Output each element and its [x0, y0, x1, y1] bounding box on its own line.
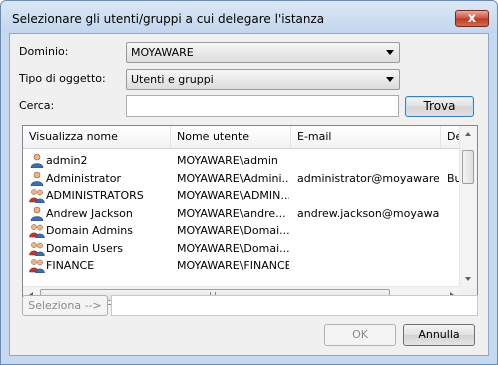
cell-username: MOYAWARE\ADMIN... — [177, 189, 289, 202]
list-header: Visualizza nome Nome utente E-mail Des — [23, 126, 468, 149]
selected-items-field[interactable] — [111, 295, 478, 316]
dialog-body: Dominio: MOYAWARE Tipo di oggetto: Utent… — [9, 33, 489, 356]
cell-username: MOYAWARE\FINANCE — [177, 259, 289, 272]
chevron-down-icon — [386, 50, 394, 55]
cell-email: administrator@moyaware... — [297, 171, 439, 185]
object-type-label: Tipo di oggetto: — [19, 72, 106, 85]
vertical-scrollbar[interactable] — [459, 126, 477, 287]
search-input[interactable] — [126, 95, 399, 117]
object-type-value: Utenti e gruppi — [131, 73, 214, 86]
cell-email — [297, 187, 439, 204]
object-type-select[interactable]: Utenti e gruppi — [126, 69, 400, 90]
chevron-down-icon — [386, 77, 394, 82]
close-button[interactable]: x — [455, 10, 489, 27]
select-button-label: Seleziona --> — [28, 299, 102, 312]
table-row[interactable]: Domain Admins MOYAWARE\Domai... — [23, 222, 463, 239]
dialog-title: Selezionare gli utenti/gruppi a cui dele… — [12, 12, 325, 26]
find-button-label: Trova — [423, 99, 456, 113]
cell-email — [297, 222, 439, 239]
cell-email — [297, 240, 439, 257]
cell-display-name: FINANCE — [46, 259, 95, 272]
select-button[interactable]: Seleziona --> — [22, 295, 108, 316]
title-bar[interactable]: Selezionare gli utenti/gruppi a cui dele… — [1, 1, 497, 33]
cell-display-name: Andrew Jackson — [46, 206, 133, 220]
table-row[interactable]: Administrator MOYAWARE\Admini... administr… — [23, 170, 465, 187]
cell-email: andrew.jackson@moyawa... — [297, 206, 439, 220]
column-header-email[interactable]: E-mail — [291, 126, 441, 148]
table-row[interactable]: FINANCE MOYAWARE\FINANCE — [23, 257, 463, 274]
table-row[interactable]: Domain Users MOYAWARE\Domai... — [23, 240, 463, 257]
group-icon — [29, 241, 45, 256]
table-row[interactable]: ADMINISTRATORS MOYAWARE\ADMIN... — [23, 187, 463, 204]
cell-username: MOYAWARE\admin — [177, 154, 278, 167]
cell-display-name: Domain Admins — [46, 224, 133, 237]
group-icon — [29, 223, 45, 239]
domain-value: MOYAWARE — [131, 46, 194, 59]
table-row[interactable]: Andrew Jackson MOYAWARE\andre... andrew.ja… — [23, 205, 463, 222]
user-icon — [29, 153, 45, 169]
ok-button-label: OK — [352, 328, 368, 341]
cancel-button[interactable]: Annulla — [403, 324, 475, 346]
column-header-display-name[interactable]: Visualizza nome — [23, 126, 171, 148]
close-icon: x — [467, 11, 477, 26]
results-list[interactable]: Visualizza nome Nome utente E-mail Des a… — [22, 125, 478, 305]
scroll-down-icon[interactable] — [465, 277, 471, 281]
cell-username: MOYAWARE\Admini... — [177, 171, 289, 185]
column-header-username[interactable]: Nome utente — [171, 126, 291, 148]
domain-select[interactable]: MOYAWARE — [126, 42, 400, 63]
group-icon — [29, 258, 45, 274]
cell-email — [297, 152, 439, 169]
find-button[interactable]: Trova — [405, 96, 474, 117]
cell-username: MOYAWARE\andre... — [177, 206, 286, 220]
cell-display-name: Administrator — [46, 171, 121, 185]
group-icon — [29, 188, 45, 204]
dialog-window: Selezionare gli utenti/gruppi a cui dele… — [0, 0, 498, 365]
ok-button[interactable]: OK — [324, 324, 396, 346]
scroll-up-icon[interactable] — [465, 132, 471, 136]
vertical-scroll-thumb[interactable] — [462, 150, 474, 184]
cell-display-name: admin2 — [46, 154, 88, 167]
table-row[interactable]: admin2 MOYAWARE\admin — [23, 152, 463, 169]
cell-username: MOYAWARE\Domai... — [177, 224, 289, 237]
cell-email — [297, 257, 439, 274]
cell-display-name: ADMINISTRATORS — [46, 189, 144, 202]
user-icon — [29, 206, 45, 221]
search-label: Cerca: — [19, 99, 55, 112]
cancel-button-label: Annulla — [418, 328, 460, 341]
user-icon — [29, 171, 45, 186]
cell-display-name: Domain Users — [46, 241, 123, 255]
domain-label: Dominio: — [19, 45, 69, 58]
cell-username: MOYAWARE\Domai... — [177, 241, 289, 255]
